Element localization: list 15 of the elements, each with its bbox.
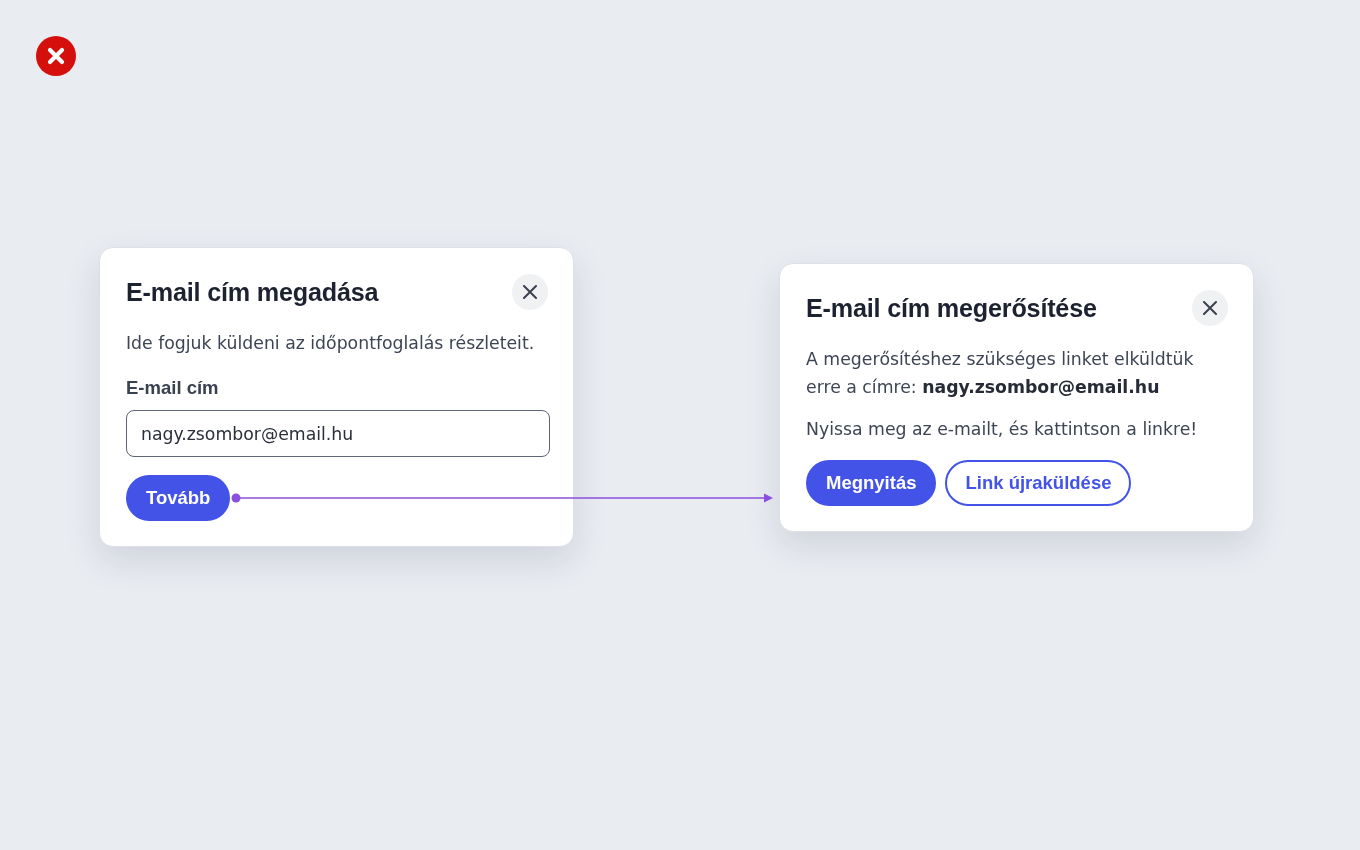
dialog-title: E-mail cím megadása xyxy=(126,277,379,307)
close-icon xyxy=(1203,301,1217,315)
primary-button[interactable]: Megnyitás xyxy=(806,460,937,506)
field-label: E-mail cím xyxy=(126,376,219,400)
dialog-text: A megerősítéshez szükséges linket elküldtük erre a címre: nagy.zsombor@email.hu xyxy=(806,348,1195,399)
x-circle-icon xyxy=(36,36,76,76)
dialog-title: E-mail cím megerősítése xyxy=(806,293,1097,323)
close-icon xyxy=(523,285,537,299)
email-input[interactable]: nagy.zsombor@email.hu xyxy=(126,410,550,457)
dialog-text: Ide fogjuk küldeni az időpontfoglalás részleteit. xyxy=(126,332,535,355)
secondary-button[interactable]: Link újraküldése xyxy=(945,460,1132,506)
dialog-text: Nyissa meg az e-mailt, és kattintson a linkre! xyxy=(806,418,1198,441)
close-button[interactable] xyxy=(512,274,548,310)
primary-button[interactable]: Tovább xyxy=(126,475,231,521)
close-button[interactable] xyxy=(1192,290,1228,326)
